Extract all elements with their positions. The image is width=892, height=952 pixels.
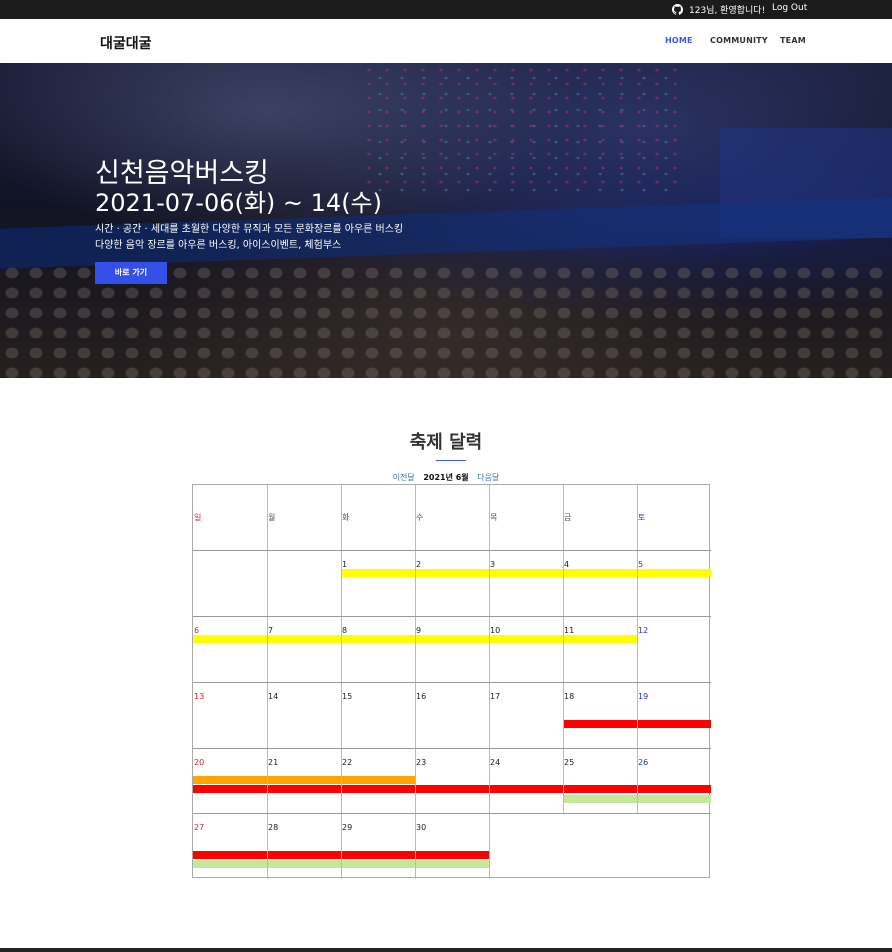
day-cell[interactable]: 8 xyxy=(342,626,347,635)
day-cell[interactable]: 11 xyxy=(564,626,574,635)
day-cell[interactable]: 28 xyxy=(268,823,278,832)
brand-logo[interactable]: 대굴대굴 xyxy=(100,33,152,53)
nav-home[interactable]: HOME xyxy=(665,36,693,45)
day-cell[interactable]: 15 xyxy=(342,692,352,701)
day-cell[interactable]: 4 xyxy=(564,560,569,569)
day-cell[interactable]: 12 xyxy=(638,626,648,635)
hero-go-button[interactable]: 바로 가기 xyxy=(95,262,167,284)
day-cell[interactable]: 16 xyxy=(416,692,426,701)
github-icon[interactable] xyxy=(672,4,683,15)
event-bar[interactable] xyxy=(341,569,711,577)
calendar-section-title: 축제 달력 xyxy=(409,432,483,453)
weekday-fri: 금 xyxy=(564,513,572,522)
day-cell[interactable]: 24 xyxy=(490,758,500,767)
event-bar[interactable] xyxy=(193,776,415,784)
day-cell[interactable]: 5 xyxy=(638,560,643,569)
day-cell[interactable]: 7 xyxy=(268,626,273,635)
day-cell[interactable]: 23 xyxy=(416,758,426,767)
day-cell[interactable]: 13 xyxy=(194,692,204,701)
top-bar: 123님, 환영합니다! Log Out xyxy=(0,0,892,19)
day-cell[interactable]: 1 xyxy=(342,560,347,569)
day-cell[interactable]: 22 xyxy=(342,758,352,767)
day-cell[interactable]: 14 xyxy=(268,692,278,701)
day-cell[interactable]: 26 xyxy=(638,758,648,767)
grid-line xyxy=(193,550,711,551)
day-cell[interactable]: 25 xyxy=(564,758,574,767)
day-cell[interactable]: 27 xyxy=(194,823,204,832)
day-cell[interactable]: 10 xyxy=(490,626,500,635)
footer-bar xyxy=(0,948,892,952)
nav-team[interactable]: TEAM xyxy=(780,36,806,45)
day-cell[interactable]: 30 xyxy=(416,823,426,832)
site-header: 대굴대굴 HOME COMMUNITY TEAM xyxy=(0,19,892,64)
day-cell[interactable]: 17 xyxy=(490,692,500,701)
day-cell[interactable]: 6 xyxy=(194,626,199,635)
day-cell[interactable]: 29 xyxy=(342,823,352,832)
grid-line xyxy=(193,616,711,617)
title-underline xyxy=(436,460,466,461)
next-month-link[interactable]: 다음달 xyxy=(477,473,499,482)
hero-description-2: 다양한 음악 장르를 아우른 버스킹, 아이스이벤트, 체험부스 xyxy=(95,240,342,251)
current-month: 2021년 6월 xyxy=(423,473,469,482)
nav-community[interactable]: COMMUNITY xyxy=(710,36,768,45)
day-cell[interactable]: 3 xyxy=(490,560,495,569)
day-cell[interactable]: 20 xyxy=(194,758,204,767)
day-cell[interactable]: 9 xyxy=(416,626,421,635)
weekday-mon: 월 xyxy=(268,513,276,522)
festival-calendar: 일 월 화 수 목 금 토 1 2 3 4 5 6 7 8 9 10 11 12… xyxy=(192,484,711,879)
prev-month-link[interactable]: 이전달 xyxy=(393,473,415,482)
weekday-sun: 일 xyxy=(194,513,202,522)
day-cell[interactable]: 19 xyxy=(638,692,648,701)
logout-link[interactable]: Log Out xyxy=(772,3,807,13)
day-cell[interactable]: 2 xyxy=(416,560,421,569)
hero-description-1: 시간 · 공간 · 세대를 초월한 다양한 뮤직과 모든 문화장르를 아우른 버… xyxy=(95,224,404,235)
hero-banner: 신천음악버스킹 2021-07-06(화) ~ 14(수) 시간 · 공간 · … xyxy=(0,63,892,378)
weekday-thu: 목 xyxy=(490,513,498,522)
day-cell[interactable]: 18 xyxy=(564,692,574,701)
day-cell[interactable]: 21 xyxy=(268,758,278,767)
grid-line xyxy=(193,813,711,814)
weekday-sat: 토 xyxy=(638,513,646,522)
grid-line xyxy=(193,748,711,749)
weekday-wed: 수 xyxy=(416,513,424,522)
weekday-tue: 화 xyxy=(342,513,350,522)
event-bar[interactable] xyxy=(193,785,711,793)
greeting-text: 123님, 환영합니다! xyxy=(689,6,766,16)
grid-line xyxy=(193,682,711,683)
hero-dates: 2021-07-06(화) ~ 14(수) xyxy=(95,189,382,217)
month-navigation: 이전달 2021년 6월 다음달 xyxy=(0,472,892,483)
